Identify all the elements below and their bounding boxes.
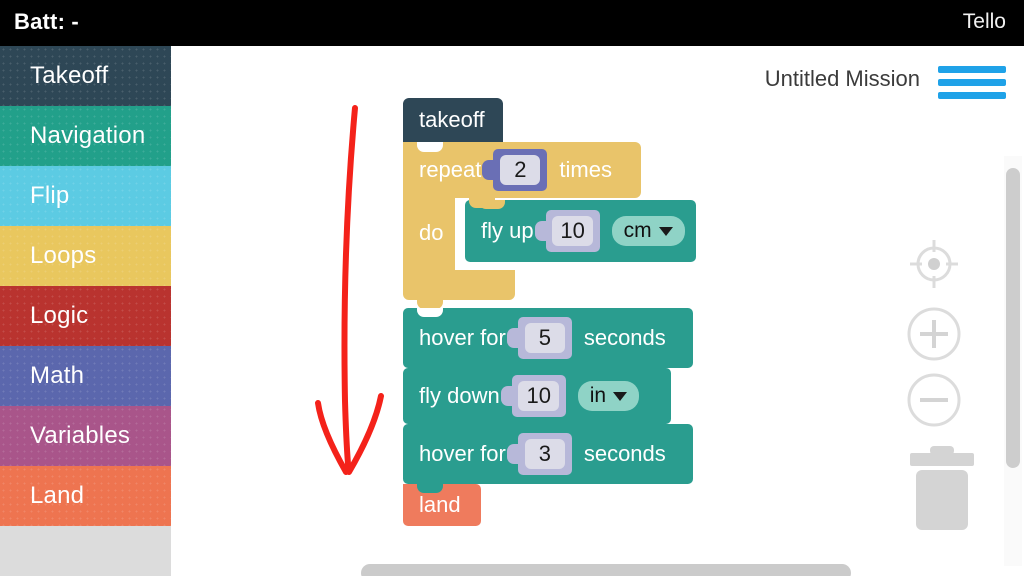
fly-down-unit-value: in — [589, 384, 607, 407]
repeat-count-value[interactable]: 2 — [500, 155, 541, 185]
sidebar-item-logic[interactable]: Logic — [0, 286, 171, 346]
menu-bar-3 — [938, 92, 1006, 99]
sidebar-item-math[interactable]: Math — [0, 346, 171, 406]
fly-up-unit-value: cm — [623, 219, 652, 242]
horizontal-scrollbar-thumb[interactable] — [361, 564, 851, 576]
sidebar-filler — [0, 526, 171, 576]
block-hover-1[interactable]: hover for 5 seconds — [403, 308, 693, 368]
block-notch — [417, 484, 443, 493]
block-fly-down[interactable]: fly down 10 in — [403, 368, 671, 424]
workspace-controls — [906, 236, 962, 438]
sidebar-item-label: Navigation — [30, 122, 146, 149]
hamburger-menu-icon[interactable] — [938, 66, 1006, 102]
do-label: do — [419, 220, 444, 245]
block-repeat-foot — [403, 270, 515, 309]
hover-2-duration-value[interactable]: 3 — [524, 439, 565, 469]
block-label: fly down — [419, 383, 500, 408]
block-notch — [417, 308, 443, 317]
block-label: fly up — [481, 218, 534, 243]
sidebar-item-loops[interactable]: Loops — [0, 226, 171, 286]
hover-1-duration-value[interactable]: 5 — [524, 323, 565, 353]
block-label: hover for — [419, 325, 506, 350]
block-label: takeoff — [419, 107, 485, 132]
block-suffix-label: seconds — [583, 325, 666, 350]
sidebar-item-label: Math — [30, 362, 85, 389]
block-fly-up[interactable]: fly up 10 cm — [465, 200, 696, 262]
fly-up-distance-socket[interactable]: 10 — [534, 210, 600, 252]
fly-up-distance-value[interactable]: 10 — [552, 216, 593, 246]
zoom-in-icon[interactable] — [906, 306, 962, 362]
block-land[interactable]: land — [403, 484, 481, 526]
battery-status-label: Batt: - — [14, 9, 79, 34]
block-repeat-body: do — [403, 198, 455, 270]
menu-bar-1 — [938, 66, 1006, 73]
category-sidebar: Takeoff Navigation Flip Loops Logic Math… — [0, 46, 171, 576]
sidebar-item-label: Logic — [30, 302, 89, 329]
vertical-scrollbar-thumb[interactable] — [1006, 168, 1020, 468]
mission-title[interactable]: Untitled Mission — [765, 66, 920, 92]
trash-can-icon[interactable] — [908, 444, 976, 534]
block-notch — [417, 142, 443, 152]
fly-down-unit-dropdown[interactable]: in — [577, 381, 640, 411]
zoom-out-icon[interactable] — [906, 372, 962, 428]
block-notch — [417, 424, 443, 433]
block-inner-notch — [469, 198, 495, 208]
block-repeat[interactable]: repeat 2 times — [403, 142, 641, 198]
sidebar-item-label: Loops — [30, 242, 97, 269]
sidebar-item-takeoff[interactable]: Takeoff — [0, 46, 171, 106]
sidebar-item-variables[interactable]: Variables — [0, 406, 171, 466]
block-notch — [417, 368, 443, 377]
chevron-down-icon — [658, 226, 673, 236]
hover-2-duration-socket[interactable]: 3 — [506, 433, 572, 475]
sidebar-item-label: Flip — [30, 182, 70, 209]
sidebar-item-label: Takeoff — [30, 62, 109, 89]
block-suffix-label: seconds — [583, 441, 666, 466]
repeat-count-socket[interactable]: 2 — [482, 149, 548, 191]
menu-bar-2 — [938, 79, 1006, 86]
sidebar-item-flip[interactable]: Flip — [0, 166, 171, 226]
sidebar-item-navigation[interactable]: Navigation — [0, 106, 171, 166]
chevron-down-icon — [613, 391, 628, 401]
block-label: repeat — [419, 157, 482, 182]
block-suffix-label: times — [559, 157, 612, 182]
hover-1-duration-socket[interactable]: 5 — [506, 317, 572, 359]
block-takeoff[interactable]: takeoff — [403, 98, 503, 151]
block-label: hover for — [419, 441, 506, 466]
block-label: land — [419, 492, 461, 517]
sidebar-item-land[interactable]: Land — [0, 466, 171, 526]
app-title: Tello — [962, 10, 1006, 33]
sidebar-item-label: Variables — [30, 422, 131, 449]
center-target-icon[interactable] — [906, 236, 962, 292]
fly-down-distance-value[interactable]: 10 — [518, 381, 559, 411]
block-workspace[interactable]: Untitled Mission takeoff repeat 2 times … — [171, 46, 1024, 576]
block-hover-2[interactable]: hover for 3 seconds — [403, 424, 693, 484]
status-bar: Batt: - Tello — [0, 0, 1024, 46]
sidebar-item-label: Land — [30, 482, 85, 509]
fly-down-distance-socket[interactable]: 10 — [500, 375, 566, 417]
fly-up-unit-dropdown[interactable]: cm — [611, 216, 685, 246]
